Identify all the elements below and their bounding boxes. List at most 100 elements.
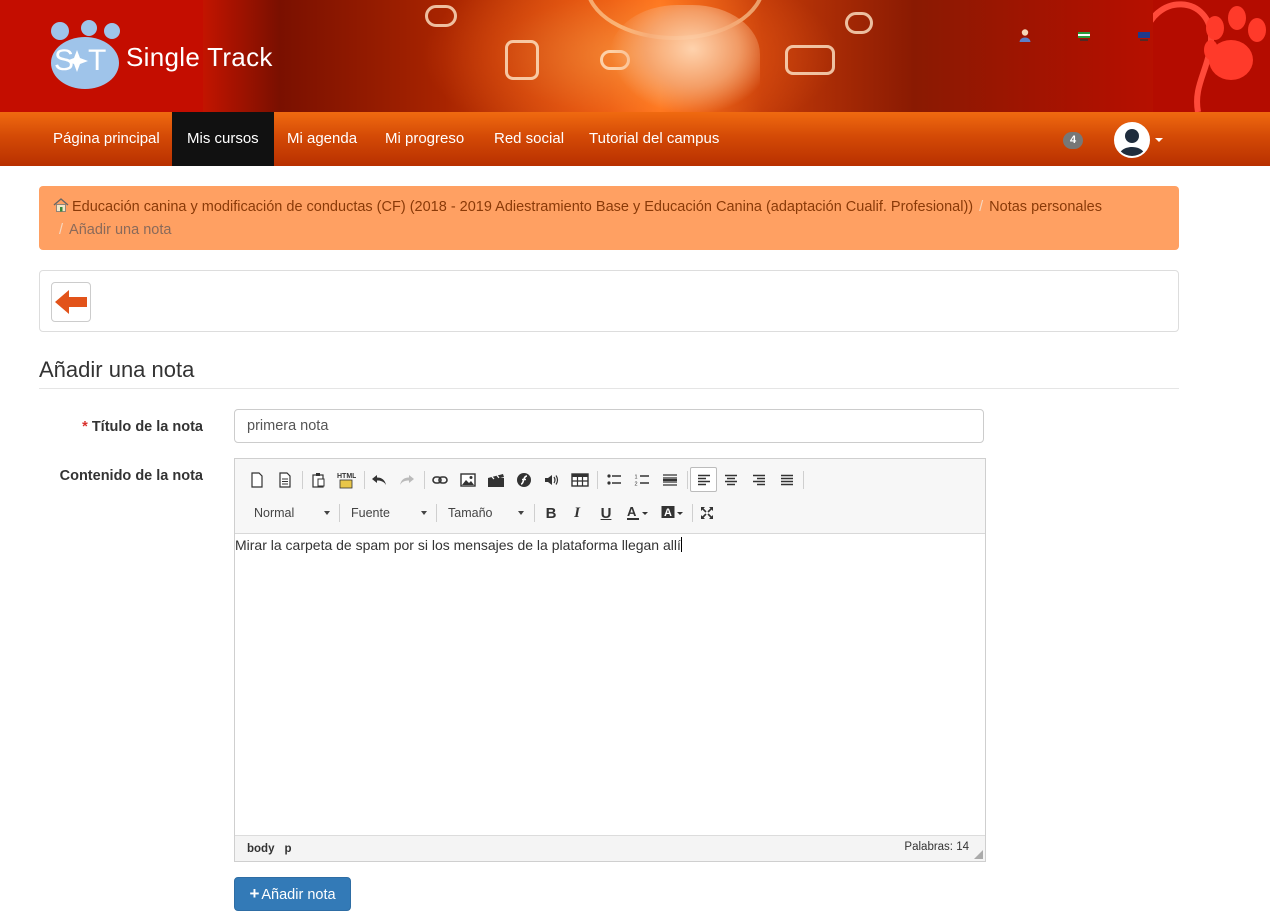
banner-gadget-player — [505, 40, 539, 80]
breadcrumb: Educación canina y modificación de condu… — [39, 186, 1179, 250]
toolbar-separator — [692, 504, 693, 522]
clapperboard-icon — [488, 474, 504, 487]
plus-icon: + — [249, 884, 260, 903]
chevron-down-icon — [421, 511, 427, 515]
underline-button[interactable]: U — [594, 501, 618, 525]
title-label-text: Título de la nota — [91, 419, 203, 435]
banner-hand — [610, 5, 760, 112]
bulleted-list-button[interactable] — [602, 468, 626, 492]
title-label: * Título de la nota — [40, 419, 203, 435]
link-icon — [432, 476, 448, 484]
required-mark: * — [82, 419, 88, 435]
paste-word-button[interactable] — [307, 468, 331, 492]
content-label: Contenido de la nota — [59, 468, 203, 484]
user-icon[interactable] — [1018, 28, 1032, 42]
word-count: Palabras: 14 — [904, 841, 969, 853]
breadcrumb-section-link[interactable]: Notas personales — [989, 199, 1102, 215]
bold-button[interactable]: B — [539, 501, 563, 525]
align-right-button[interactable] — [747, 468, 771, 492]
editor-paragraph: Mirar la carpeta de spam por si los mens… — [235, 537, 681, 553]
text-cursor — [680, 537, 682, 552]
redo-button[interactable] — [395, 468, 419, 492]
notifications-badge[interactable]: 4 — [1063, 132, 1083, 149]
back-button[interactable] — [51, 282, 91, 322]
flag-icon[interactable] — [1077, 28, 1091, 42]
breadcrumb-separator: / — [59, 222, 64, 238]
format-select[interactable]: Normal — [246, 501, 334, 525]
title-divider — [39, 388, 1179, 389]
action-toolbar — [39, 270, 1179, 332]
breadcrumb-current: Añadir una nota — [69, 222, 172, 238]
audio-button[interactable] — [540, 468, 564, 492]
size-select[interactable]: Tamaño — [440, 501, 528, 525]
templates-button[interactable] — [273, 468, 297, 492]
horizontal-rule-button[interactable] — [658, 468, 682, 492]
single-track-logo: S T — [51, 20, 120, 89]
toolbar-separator — [339, 504, 340, 522]
svg-text:HTML: HTML — [337, 473, 356, 480]
image-button[interactable] — [456, 468, 480, 492]
nav-item-social[interactable]: Red social — [479, 112, 579, 166]
nav-item-tutorial[interactable]: Tutorial del campus — [574, 112, 734, 166]
banner-gadget-b — [845, 12, 873, 34]
undo-button[interactable] — [367, 468, 391, 492]
add-note-button[interactable]: + Añadir nota — [234, 877, 351, 911]
background-color-icon: A — [661, 506, 683, 519]
paste-icon — [312, 473, 325, 488]
title-input[interactable] — [234, 409, 984, 443]
nav-item-progress[interactable]: Mi progreso — [370, 112, 479, 166]
video-button[interactable] — [484, 468, 508, 492]
flash-icon — [517, 473, 531, 487]
resize-handle-icon[interactable] — [974, 850, 983, 859]
nav-item-agenda[interactable]: Mi agenda — [272, 112, 372, 166]
italic-button[interactable]: I — [565, 501, 589, 525]
align-center-icon — [725, 474, 737, 486]
nav-item-my-courses[interactable]: Mis cursos — [172, 112, 274, 166]
text-color-button[interactable]: A — [625, 501, 651, 525]
background-color-button[interactable]: A — [660, 501, 686, 525]
nav-item-home[interactable]: Página principal — [38, 112, 175, 166]
logo-text[interactable]: Single Track — [126, 42, 273, 73]
page-title: Añadir una nota — [39, 357, 195, 382]
numbered-list-button[interactable]: 12 — [630, 468, 654, 492]
language-icon[interactable] — [1137, 28, 1151, 42]
table-button[interactable] — [568, 468, 592, 492]
audio-icon — [545, 475, 559, 485]
user-menu-caret-icon[interactable] — [1155, 138, 1163, 142]
font-select[interactable]: Fuente — [343, 501, 431, 525]
paw-panel — [1140, 0, 1270, 112]
home-icon[interactable] — [53, 198, 69, 212]
breadcrumb-course-link[interactable]: Educación canina y modificación de condu… — [72, 199, 973, 215]
align-left-button[interactable] — [690, 467, 717, 492]
banner-gadget-tv — [785, 45, 835, 75]
banner-gadget-a — [425, 5, 457, 27]
svg-text:1: 1 — [635, 475, 638, 481]
path-body[interactable]: body — [247, 843, 274, 855]
toolbar-separator — [597, 471, 598, 489]
templates-icon — [279, 472, 291, 488]
path-p[interactable]: p — [284, 843, 291, 855]
chevron-down-icon — [324, 511, 330, 515]
toolbar-separator — [364, 471, 365, 489]
justify-icon — [781, 474, 793, 486]
link-button[interactable] — [428, 468, 452, 492]
size-select-value: Tamaño — [448, 506, 493, 520]
avatar[interactable] — [1114, 122, 1150, 158]
chevron-down-icon — [518, 511, 524, 515]
align-right-icon — [753, 474, 765, 486]
back-arrow-icon — [55, 290, 87, 314]
maximize-icon — [701, 507, 713, 519]
flash-button[interactable] — [512, 468, 536, 492]
align-center-button[interactable] — [719, 468, 743, 492]
justify-button[interactable] — [775, 468, 799, 492]
redo-icon — [400, 475, 414, 485]
toolbar-separator — [302, 471, 303, 489]
toolbar-separator — [803, 471, 804, 489]
editor-content-area[interactable]: Mirar la carpeta de spam por si los mens… — [235, 535, 985, 835]
table-icon — [571, 473, 589, 487]
maximize-button[interactable] — [695, 501, 719, 525]
numbered-list-icon: 12 — [635, 475, 649, 487]
new-page-button[interactable] — [245, 468, 269, 492]
undo-icon — [372, 475, 386, 485]
paste-html-button[interactable]: HTML — [334, 468, 358, 492]
